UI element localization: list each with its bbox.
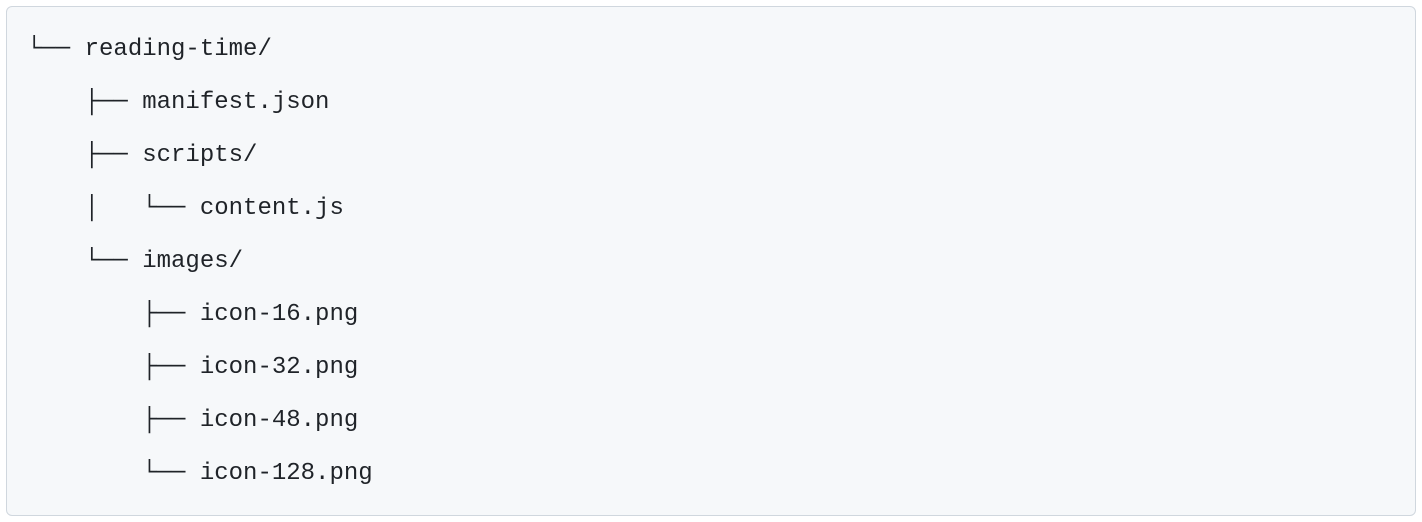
tree-line-icon-16: ├── icon-16.png [27,288,1395,341]
tree-line-icon-128: └── icon-128.png [27,447,1395,500]
tree-line-scripts-dir: ├── scripts/ [27,129,1395,182]
tree-line-content-js: │ └── content.js [27,182,1395,235]
tree-line-manifest: ├── manifest.json [27,76,1395,129]
file-tree-code-block: └── reading-time/ ├── manifest.json ├── … [6,6,1416,516]
tree-line-icon-48: ├── icon-48.png [27,394,1395,447]
tree-line-icon-32: ├── icon-32.png [27,341,1395,394]
tree-line-images-dir: └── images/ [27,235,1395,288]
tree-line-root: └── reading-time/ [27,23,1395,76]
